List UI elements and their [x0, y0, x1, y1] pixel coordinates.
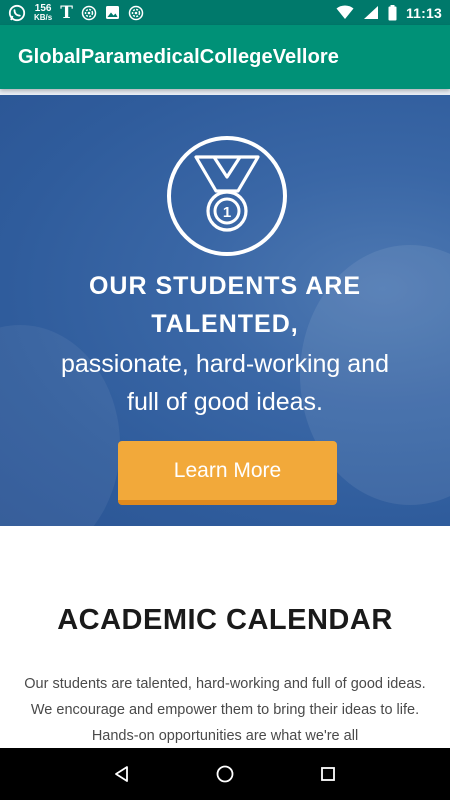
wifi-icon	[336, 5, 354, 20]
academic-calendar-section: ACADEMIC CALENDAR Our students are talen…	[0, 526, 450, 748]
recents-button[interactable]	[308, 754, 348, 794]
back-button[interactable]	[102, 754, 142, 794]
hero-subtext-line2: full of good ideas.	[127, 388, 323, 416]
signal-icon	[363, 5, 379, 20]
medal-number: 1	[223, 204, 231, 221]
battery-icon	[388, 4, 397, 21]
recents-icon	[321, 767, 336, 781]
network-speed-value: 156	[34, 2, 52, 14]
t-app-icon: T	[60, 2, 73, 23]
wheel-icon	[128, 5, 144, 21]
home-button[interactable]	[205, 754, 245, 794]
hero-heading-line1: OUR STUDENTS ARE	[88, 272, 362, 300]
network-speed-unit: KB/s	[34, 12, 53, 22]
network-speed: 156 KB/s	[34, 2, 53, 22]
section-body: Our students are talented, hard-working …	[24, 676, 426, 744]
hero-heading: OUR STUDENTS ARE TALENTED,	[0, 267, 450, 343]
clock: 11:13	[405, 4, 442, 21]
app-title: GlobalParamedicalCollegeVellore	[18, 45, 340, 68]
hero-subtext: passionate, hard-working and full of goo…	[0, 345, 450, 421]
back-icon	[114, 766, 128, 782]
whatsapp-icon	[8, 4, 26, 22]
hero-banner: 1 OUR STUDENTS ARE TALENTED, passionate,…	[0, 89, 450, 526]
medal-icon: 1	[167, 136, 287, 256]
hero-heading-line2: TALENTED,	[151, 310, 299, 338]
section-title: ACADEMIC CALENDAR	[57, 604, 393, 636]
home-icon	[216, 765, 234, 783]
hero-subtext-line1: passionate, hard-working and	[61, 350, 389, 378]
system-nav-bar	[0, 748, 450, 800]
status-bar: 156 KB/s T 11:13	[0, 0, 450, 25]
learn-more-button[interactable]: Learn More	[118, 441, 337, 505]
image-icon	[105, 5, 120, 20]
status-right-icons: 11:13	[336, 4, 442, 21]
status-left-icons: 156 KB/s T	[8, 3, 336, 23]
app-bar: GlobalParamedicalCollegeVellore	[0, 25, 450, 89]
wheel-icon	[81, 5, 97, 21]
